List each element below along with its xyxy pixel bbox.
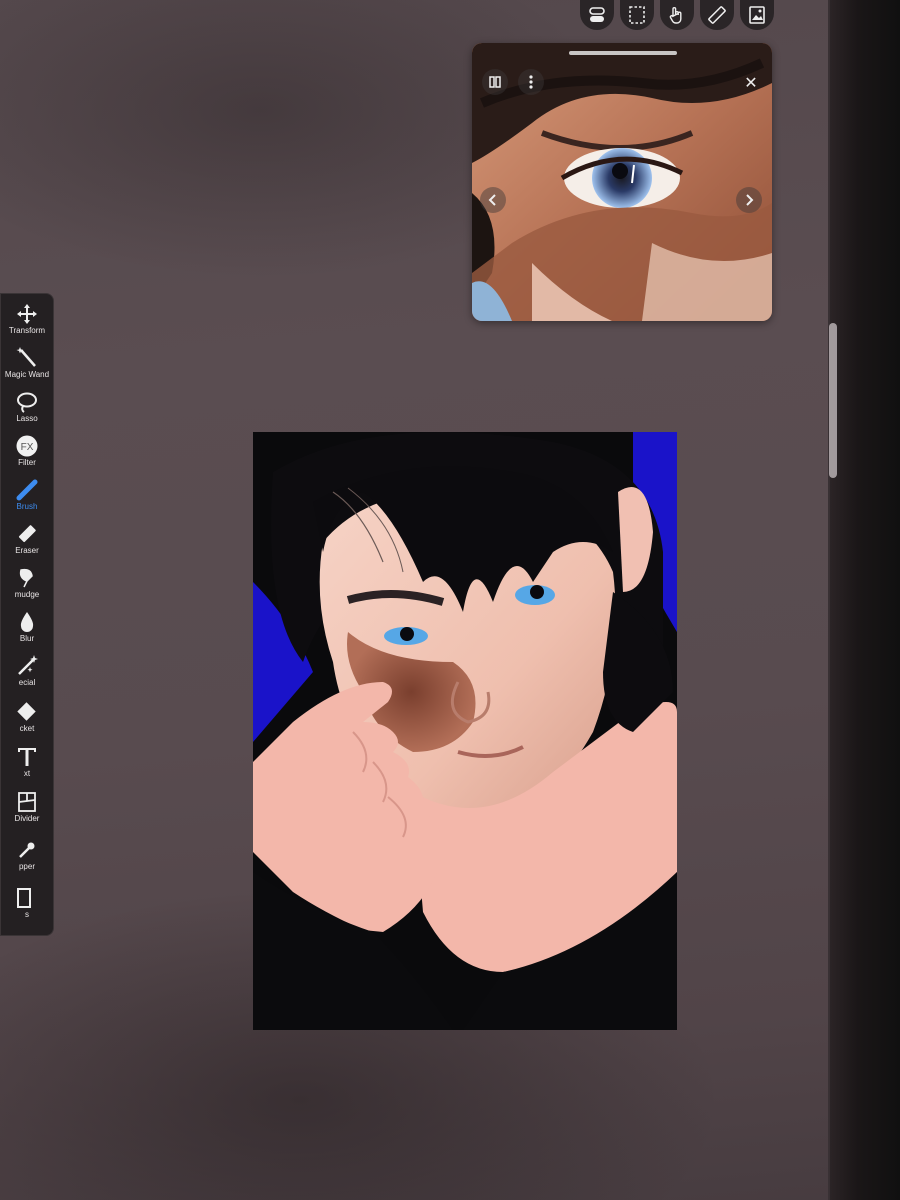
more-vertical-icon [529,75,533,89]
svg-text:FX: FX [21,442,34,453]
reference-photo [472,43,772,321]
reference-window[interactable]: ✕ [472,43,772,321]
flip-icon [489,76,501,88]
move-arrows-icon [17,304,37,324]
chevron-left-icon [488,194,496,206]
tool-filter[interactable]: FX Filter [1,434,53,468]
tool-special[interactable]: ecial [1,654,53,688]
reference-image-icon [749,6,765,24]
hand-tool-button[interactable] [660,0,694,30]
tool-label: Divider [14,814,40,823]
chevron-right-icon [746,194,754,206]
blur-drop-icon [20,612,34,632]
tool-panel: Transform Magic Wand Lasso FX Filter Bru… [0,293,54,936]
selection-button[interactable] [620,0,654,30]
canvas-icon [17,888,31,908]
tool-bucket[interactable]: cket [1,700,53,734]
tool-label: mudge [14,590,40,599]
frame-divider-icon [18,792,36,812]
tool-text[interactable]: xt [1,745,53,779]
device-bezel [830,0,900,1200]
reference-more-button[interactable] [518,69,544,95]
reference-close-button[interactable]: ✕ [738,69,764,95]
tool-label: ecial [18,678,36,687]
top-toolbar [580,0,774,30]
close-icon: ✕ [744,72,758,92]
selection-icon [629,6,645,24]
ruler-icon [708,6,726,24]
eyedropper-icon [19,842,35,858]
reference-flip-button[interactable] [482,69,508,95]
special-wand-icon [18,655,38,675]
tool-lasso[interactable]: Lasso [1,390,53,424]
smudge-icon [19,568,33,588]
tool-transform[interactable]: Transform [1,302,53,336]
reference-image-button[interactable] [740,0,774,30]
layers-toggle-icon [589,7,605,22]
tool-label: Transform [8,326,46,335]
tool-brush[interactable]: Brush [1,478,53,512]
layers-toggle-button[interactable] [580,0,614,30]
drawing-canvas[interactable] [253,432,677,1030]
tool-eyedropper[interactable]: pper [1,838,53,872]
reference-grabber[interactable] [569,51,677,55]
brush-icon [16,479,38,501]
eraser-icon [18,525,36,543]
tool-frame-divider[interactable]: Divider [1,790,53,824]
tool-label: s [25,910,29,919]
magic-wand-icon [16,347,36,367]
scroll-indicator[interactable] [829,323,837,478]
tool-label: Magic Wand [4,370,50,379]
artwork [253,432,677,1030]
tool-canvas[interactable]: s [1,886,53,920]
tool-label: Lasso [16,414,38,423]
tool-label: Blur [19,634,35,643]
lasso-icon [17,392,37,413]
tool-label: cket [19,724,35,733]
reference-prev-button[interactable] [480,187,506,213]
tool-label: Eraser [15,546,39,555]
tool-smudge[interactable]: mudge [1,566,53,600]
tool-label: Filter [18,458,36,467]
tool-label: xt [23,769,31,778]
tool-label: Brush [16,502,38,511]
ruler-button[interactable] [700,0,734,30]
fx-icon: FX [16,435,38,457]
tool-label: pper [18,862,35,871]
reference-next-button[interactable] [736,187,762,213]
tool-blur[interactable]: Blur [1,610,53,644]
hand-tool-icon [669,7,682,24]
tool-eraser[interactable]: Eraser [1,522,53,556]
bucket-icon [17,702,36,721]
text-icon [18,748,36,766]
tool-magic-wand[interactable]: Magic Wand [1,346,53,380]
